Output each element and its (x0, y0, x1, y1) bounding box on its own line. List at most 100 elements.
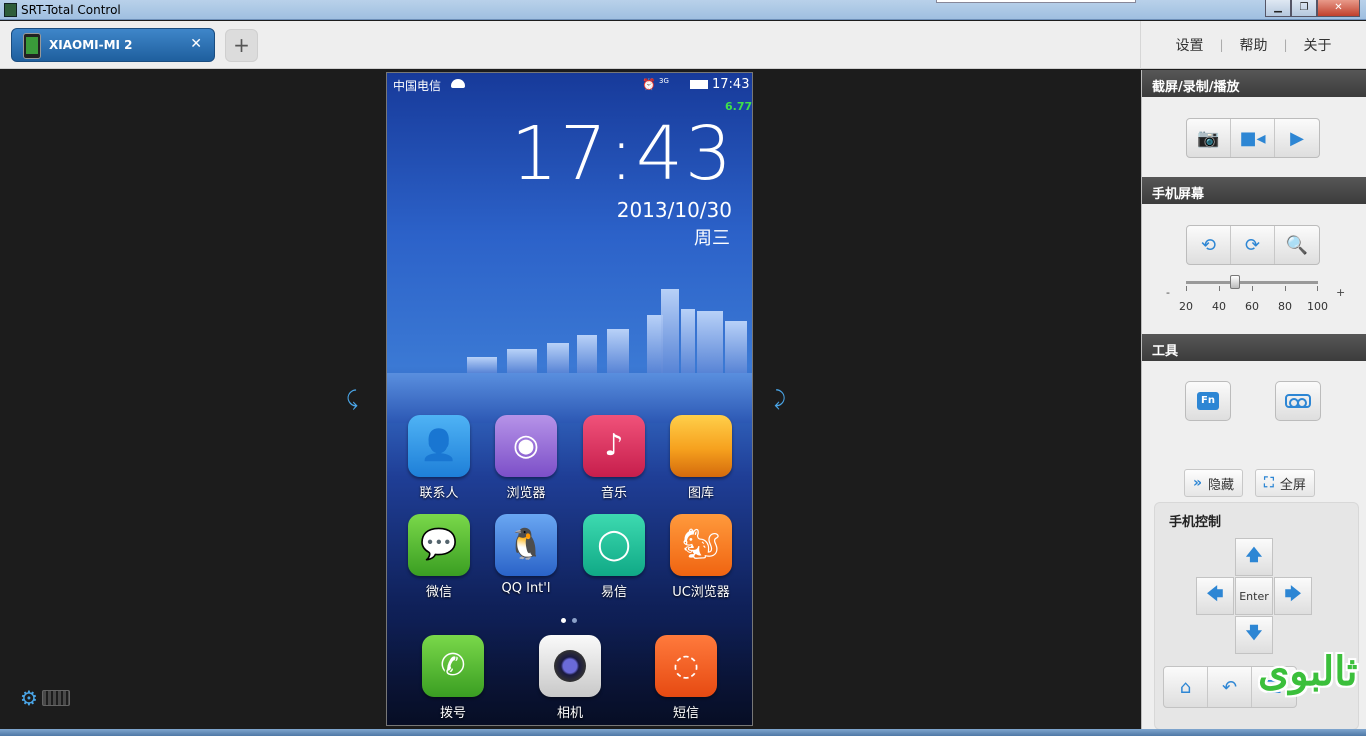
app-browser[interactable]: ◉ 浏览器 (486, 415, 566, 501)
zoom-button[interactable]: 🔍 (1275, 226, 1319, 264)
control-sidebar: 截屏/录制/播放 📷 ■◂ ▶ 手机屏幕 ⟲ ⟳ 🔍 - + 20 40 60 … (1141, 70, 1366, 736)
app-label: 图库 (687, 486, 714, 501)
section-tools-title: 工具 (1142, 334, 1366, 361)
app-dialer[interactable]: ✆ 拨号 (413, 635, 493, 721)
zoom-plus: + (1336, 286, 1346, 299)
fn-button[interactable]: Fn (1185, 381, 1231, 421)
app-sms[interactable]: ◌ 短信 (646, 635, 726, 721)
zoom-minus: - (1166, 286, 1170, 299)
help-menu[interactable]: 帮助 (1224, 35, 1284, 55)
top-menu: 设置 | 帮助 | 关于 (1140, 21, 1366, 69)
rotate-left-icon[interactable]: ⤹ (346, 386, 358, 410)
hide-button[interactable]: » 隐藏 (1184, 469, 1244, 497)
back-icon: ↶ (1221, 676, 1238, 698)
screenshot-button[interactable]: 📷 (1187, 119, 1231, 157)
music-icon: ♪ (583, 415, 645, 477)
fullscreen-icon: ⛶ (1264, 475, 1274, 491)
city-wallpaper (447, 263, 752, 373)
app-contacts[interactable]: 👤 联系人 (399, 415, 479, 501)
maximize-button[interactable]: ❐ (1291, 0, 1317, 17)
rotate-left-button[interactable]: ⟲ (1187, 226, 1231, 264)
left-button[interactable]: 🡄 (1196, 577, 1234, 615)
magnifier-icon: 🔍 (1285, 234, 1309, 256)
zoom-slider-track[interactable] (1186, 281, 1318, 284)
tape-button[interactable] (1275, 381, 1321, 421)
tick-label: 20 (1179, 300, 1193, 313)
control-title: 手机控制 (1169, 515, 1222, 530)
rotate-right-icon[interactable]: ⤸ (774, 386, 786, 410)
qq-icon: 🐧 (495, 514, 557, 576)
tab-label: XIAOMI-MI 2 (49, 38, 133, 52)
phone-screen[interactable]: 中国电信 ⏰ 3G 17:43 6.77 17:43 2013/10/30 周三… (386, 72, 753, 726)
enter-button[interactable]: Enter (1235, 577, 1273, 615)
contacts-icon: 👤 (408, 415, 470, 477)
os-taskbar (0, 729, 1366, 736)
play-icon: ▶ (1290, 127, 1304, 149)
rotate-right-button[interactable]: ⟳ (1231, 226, 1275, 264)
about-menu[interactable]: 关于 (1288, 35, 1348, 55)
settings-menu[interactable]: 设置 (1159, 35, 1219, 55)
tab-close-icon[interactable]: ✕ (190, 36, 202, 52)
tick-label: 60 (1245, 300, 1259, 313)
wechat-icon: 💬 (408, 514, 470, 576)
lock-clock: 17:43 (510, 111, 734, 197)
zoom-tickmarks (1186, 286, 1318, 292)
watermark-logo: ثالبوى (1258, 648, 1358, 695)
clock-weekday: 周三 (694, 228, 730, 249)
tab-xiaomi-mi2[interactable]: XIAOMI-MI 2 ✕ (11, 28, 215, 62)
app-music[interactable]: ♪ 音乐 (574, 415, 654, 501)
tick-label: 40 (1212, 300, 1226, 313)
tab-bar: XIAOMI-MI 2 ✕ + 设置 | 帮助 | 关于 (0, 21, 1366, 69)
battery-icon (690, 80, 708, 89)
window-title: SRT-Total Control (21, 3, 121, 17)
section-capture-title: 截屏/录制/播放 (1142, 70, 1366, 97)
phone-status-bar: 中国电信 ⏰ 3G 17:43 (387, 73, 752, 95)
close-window-button[interactable]: ✕ (1317, 0, 1360, 17)
app-camera[interactable]: 相机 (530, 635, 610, 721)
minimize-button[interactable]: ▁ (1265, 0, 1291, 17)
app-label: QQ Int'l (501, 581, 551, 596)
app-label: 相机 (556, 706, 583, 721)
alarm-icon: ⏰ (642, 78, 656, 91)
arrow-up-icon: 🡅 (1245, 544, 1263, 564)
app-qq[interactable]: 🐧 QQ Int'l (486, 514, 566, 596)
hide-label: 隐藏 (1208, 477, 1235, 493)
app-label: 拨号 (439, 706, 466, 721)
right-button[interactable]: 🡆 (1274, 577, 1312, 615)
add-tab-button[interactable]: + (225, 29, 258, 62)
home-button[interactable]: ⌂ (1164, 667, 1208, 707)
capture-buttons: 📷 ■◂ ▶ (1186, 118, 1320, 158)
yixin-icon: ◯ (583, 514, 645, 576)
app-icon (4, 3, 17, 17)
sms-icon: ◌ (655, 635, 717, 697)
app-uc-browser[interactable]: 🐿 UC浏览器 (661, 514, 741, 600)
app-gallery[interactable]: 图库 (661, 415, 741, 501)
tick-label: 100 (1307, 300, 1328, 313)
section-screen-title: 手机屏幕 (1142, 177, 1366, 204)
clock-date: 2013/10/30 (616, 198, 732, 222)
app-label: 短信 (672, 706, 699, 721)
gallery-icon (670, 415, 732, 477)
home-icon: ⌂ (1179, 676, 1192, 698)
screen-viewer: ⤹ ⤸ ⚙ 中国电信 ⏰ 3G 17:43 6.77 17:43 2013/10… (0, 70, 1140, 736)
app-label: UC浏览器 (672, 585, 730, 600)
arrow-left-icon: 🡄 (1206, 583, 1224, 603)
video-camera-icon: ■◂ (1239, 127, 1266, 149)
gear-icon[interactable]: ⚙ (20, 686, 38, 710)
camera-icon: 📷 (1197, 127, 1220, 149)
double-chevron-icon: » (1193, 475, 1203, 491)
app-yixin[interactable]: ◯ 易信 (574, 514, 654, 600)
signal-icon: 3G (659, 77, 669, 85)
fullscreen-button[interactable]: ⛶ 全屏 (1255, 469, 1315, 497)
window-titlebar: SRT-Total Control ▁ ❐ ✕ (0, 0, 1366, 20)
rotate-right-icon: ⟳ (1244, 234, 1261, 256)
play-button[interactable]: ▶ (1275, 119, 1319, 157)
keyboard-icon[interactable] (42, 690, 70, 706)
up-button[interactable]: 🡅 (1235, 538, 1273, 576)
app-wechat[interactable]: 💬 微信 (399, 514, 479, 600)
record-button[interactable]: ■◂ (1231, 119, 1275, 157)
arrow-down-icon: 🡇 (1245, 622, 1263, 642)
carrier-label: 中国电信 (393, 79, 442, 93)
back-button[interactable]: ↶ (1208, 667, 1252, 707)
browser-icon: ◉ (495, 415, 557, 477)
